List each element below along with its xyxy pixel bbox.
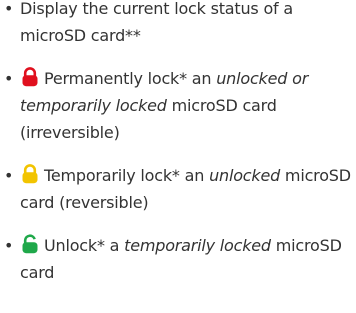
bullet: • (4, 69, 14, 88)
red-lock-icon (22, 67, 38, 87)
list-item-temporary-lock: • Temporarily lock* an unlocked microSD … (0, 162, 356, 216)
feature-list: • Display the current lock status of a m… (0, 0, 356, 286)
green-unlock-icon (22, 234, 38, 254)
item-emphasis: unlocked (209, 166, 281, 185)
list-item-permanent-lock: • Permanently lock* an unlocked or tempo… (0, 65, 356, 146)
item-text: Permanently lock* an (44, 69, 217, 88)
list-item-unlock: • Unlock* a temporarily locked microSD c… (0, 232, 356, 286)
item-text: Unlock* a (44, 236, 125, 255)
bullet: • (4, 166, 14, 185)
item-emphasis: temporarily locked (124, 236, 271, 255)
yellow-lock-icon (22, 164, 38, 184)
item-text: Display the current lock status of a mic… (20, 0, 293, 45)
bullet: • (4, 0, 14, 18)
bullet: • (4, 236, 14, 255)
list-item-display-status: • Display the current lock status of a m… (0, 0, 356, 49)
item-text: Temporarily lock* an (44, 166, 210, 185)
